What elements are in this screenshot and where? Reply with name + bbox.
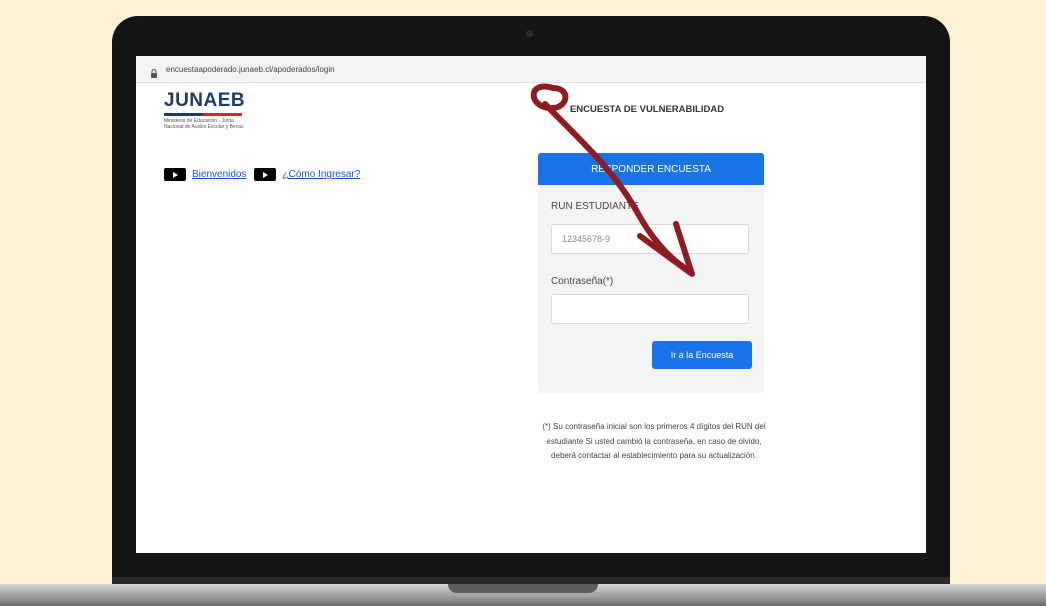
hand-drawn-arrow-icon <box>530 83 695 277</box>
